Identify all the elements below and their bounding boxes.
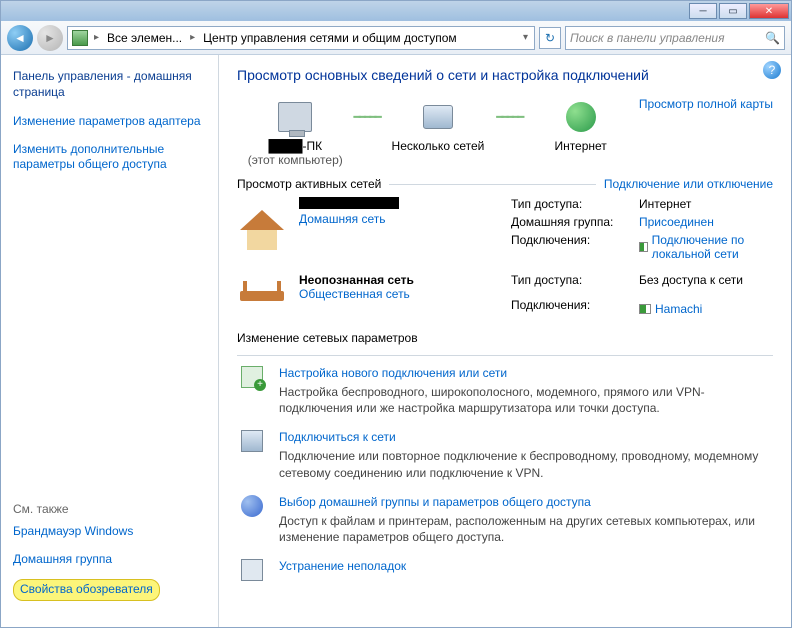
network-type-link[interactable]: Домашняя сеть	[299, 212, 499, 226]
see-also-label: См. также	[13, 502, 206, 516]
task-desc: Настройка беспроводного, широкополосного…	[279, 384, 769, 416]
forward-button[interactable]: ►	[37, 25, 63, 51]
search-input[interactable]: Поиск в панели управления 🔍	[565, 26, 785, 50]
task-homegroup: Выбор домашней группы и параметров общег…	[237, 495, 773, 545]
connection-link[interactable]: Hamachi	[639, 298, 773, 319]
task-new-connection: Настройка нового подключения или сети На…	[237, 366, 773, 416]
minimize-button[interactable]: ─	[689, 3, 717, 19]
breadcrumb-seg[interactable]: Все элемен...	[105, 31, 184, 45]
prop-value: Интернет	[639, 197, 773, 211]
task-link[interactable]: Устранение неполадок	[279, 559, 406, 573]
adapter-settings-link[interactable]: Изменение параметров адаптера	[13, 114, 206, 130]
task-link[interactable]: Настройка нового подключения или сети	[279, 366, 769, 380]
node-label: ████-ПК	[237, 139, 354, 153]
control-panel-icon	[72, 30, 88, 46]
network-block-home: Домашняя сеть Тип доступа: Интернет Дома…	[237, 197, 773, 261]
network-block-public: Неопознанная сеть Общественная сеть Тип …	[237, 273, 773, 319]
navigation-bar: ◄ ► ▸ Все элемен... ▸ Центр управления с…	[1, 21, 791, 55]
prop-key: Подключения:	[511, 233, 631, 261]
network-type-link[interactable]: Общественная сеть	[299, 287, 499, 301]
node-label: Несколько сетей	[380, 139, 497, 153]
connection-link[interactable]: Подключение по локальной сети	[639, 233, 773, 261]
connect-disconnect-link[interactable]: Подключение или отключение	[604, 177, 773, 191]
map-node-internet: Интернет	[522, 97, 639, 153]
chevron-right-icon: ▸	[188, 32, 197, 43]
connection-line: ━━━━━	[496, 97, 522, 137]
globe-icon	[566, 102, 596, 132]
close-button[interactable]: ✕	[749, 3, 789, 19]
map-node-this-pc: ████-ПК (этот компьютер)	[237, 97, 354, 167]
refresh-button[interactable]: ↻	[539, 27, 561, 49]
networks-icon	[423, 105, 453, 129]
computer-icon	[278, 102, 312, 132]
signal-icon	[639, 242, 648, 252]
prop-key: Тип доступа:	[511, 197, 631, 211]
dropdown-icon[interactable]: ▾	[521, 32, 530, 43]
task-link[interactable]: Подключиться к сети	[279, 430, 769, 444]
task-link[interactable]: Выбор домашней группы и параметров общег…	[279, 495, 769, 509]
prop-key: Домашняя группа:	[511, 215, 631, 229]
signal-icon	[639, 304, 651, 314]
redacted-name	[299, 197, 399, 209]
troubleshoot-icon	[241, 559, 263, 581]
chevron-right-icon: ▸	[92, 32, 101, 43]
search-icon: 🔍	[765, 31, 780, 45]
back-button[interactable]: ◄	[7, 25, 33, 51]
change-settings-label: Изменение сетевых параметров	[237, 331, 773, 345]
prop-key: Подключения:	[511, 298, 631, 319]
maximize-button[interactable]: ▭	[719, 3, 747, 19]
titlebar: ─ ▭ ✕	[1, 1, 791, 21]
task-desc: Доступ к файлам и принтерам, расположенн…	[279, 513, 769, 545]
main-content: ? Просмотр основных сведений о сети и на…	[219, 55, 791, 627]
help-icon[interactable]: ?	[763, 61, 781, 79]
breadcrumb-seg[interactable]: Центр управления сетями и общим доступом	[201, 31, 459, 45]
page-title: Просмотр основных сведений о сети и наст…	[237, 67, 773, 83]
advanced-sharing-link[interactable]: Изменить дополнительные параметры общего…	[13, 142, 206, 173]
task-desc: Подключение или повторное подключение к …	[279, 448, 769, 480]
map-node-networks: Несколько сетей	[380, 97, 497, 153]
prop-value: Без доступа к сети	[639, 273, 773, 294]
house-icon	[240, 210, 284, 230]
homegroup-link[interactable]: Домашняя группа	[13, 552, 206, 568]
task-connect: Подключиться к сети Подключение или повт…	[237, 430, 773, 480]
address-bar[interactable]: ▸ Все элемен... ▸ Центр управления сетям…	[67, 26, 535, 50]
firewall-link[interactable]: Брандмауэр Windows	[13, 524, 206, 540]
network-name: Неопознанная сеть	[299, 273, 414, 287]
connect-icon	[241, 430, 263, 452]
cp-home-link[interactable]: Панель управления - домашняя страница	[13, 69, 206, 100]
connection-line: ━━━━━	[354, 97, 380, 137]
search-placeholder: Поиск в панели управления	[570, 31, 725, 45]
internet-options-link[interactable]: Свойства обозревателя	[13, 579, 160, 601]
homegroup-status-link[interactable]: Присоединен	[639, 215, 773, 229]
active-networks-label: Просмотр активных сетей	[237, 177, 381, 191]
node-sublabel: (этот компьютер)	[237, 153, 354, 167]
bench-icon	[240, 291, 284, 301]
share-icon	[241, 495, 263, 517]
prop-key: Тип доступа:	[511, 273, 631, 294]
new-connection-icon	[241, 366, 263, 388]
full-map-link[interactable]: Просмотр полной карты	[639, 97, 773, 111]
task-troubleshoot: Устранение неполадок	[237, 559, 773, 581]
sidebar: Панель управления - домашняя страница Из…	[1, 55, 219, 627]
node-label: Интернет	[522, 139, 639, 153]
